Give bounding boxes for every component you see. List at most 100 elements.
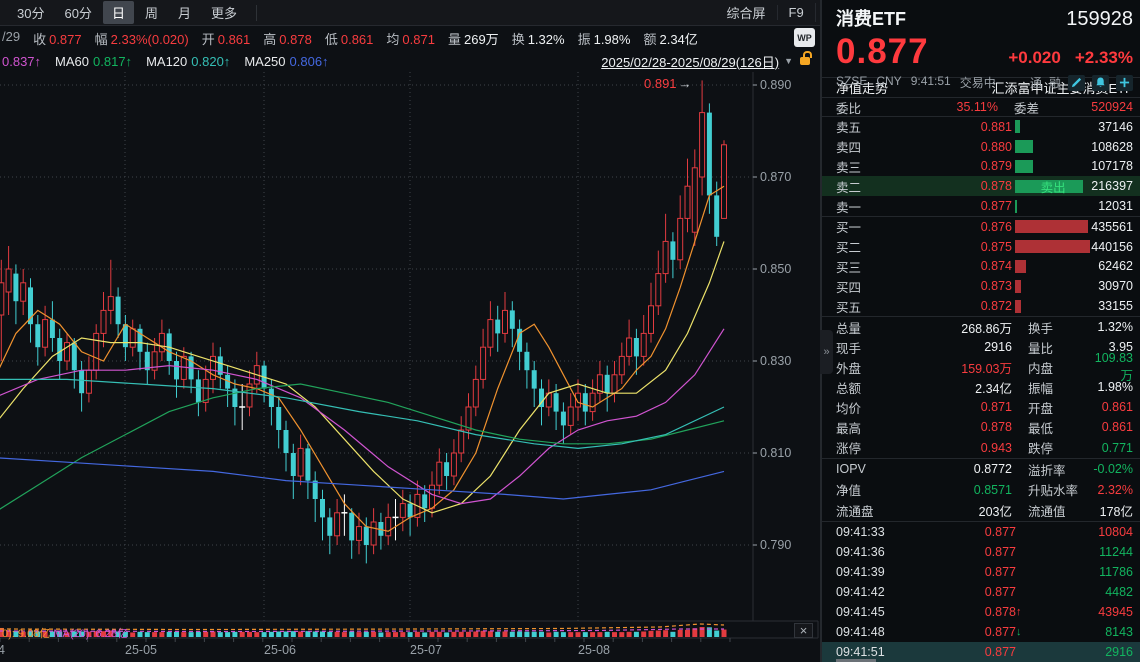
- quote-time: 9:41:51: [911, 74, 951, 91]
- quote-field-label: 均: [386, 32, 399, 47]
- ma-value: 0.820↑: [191, 54, 230, 69]
- panel-collapse-handle[interactable]: »: [820, 330, 833, 374]
- stat-value: 159.03万: [894, 358, 1012, 377]
- ask-row-卖二[interactable]: 卖二0.878卖出216397: [822, 176, 1140, 196]
- stat-label: 溢折率: [1012, 460, 1090, 479]
- exchange-label: SZSE: [836, 74, 867, 91]
- svg-text:0.790: 0.790: [760, 538, 791, 552]
- ask-row-卖三[interactable]: 卖三0.879107178: [822, 157, 1140, 177]
- bid-row-买五[interactable]: 买五0.87233155: [822, 296, 1140, 316]
- svg-text:0.810: 0.810: [760, 446, 791, 460]
- bid-row-买四[interactable]: 买四0.87330970: [822, 276, 1140, 296]
- ma-name: MA250: [244, 54, 285, 69]
- svg-text:0.850: 0.850: [760, 262, 791, 276]
- order-volume-zone: 12031: [1015, 196, 1133, 216]
- order-volume: 216397: [1091, 179, 1133, 193]
- tick-time: 09:41:39: [836, 565, 906, 579]
- candlestick-chart-area[interactable]: 0.8900.8700.8500.8300.8100.79025-0425-05…: [0, 72, 820, 662]
- tick-time: 09:41:42: [836, 585, 906, 599]
- tab-period-月[interactable]: 月: [169, 1, 200, 24]
- bid-row-买三[interactable]: 买三0.87462462: [822, 257, 1140, 277]
- stat-row: 总额2.34亿振幅1.98%: [822, 377, 1140, 397]
- peak-price-label: 0.891: [644, 76, 677, 91]
- candlestick-chart[interactable]: 0.8900.8700.8500.8300.8100.79025-0425-05…: [0, 72, 820, 662]
- tick-price: 0.877: [906, 545, 1016, 559]
- tick-time: 09:41:51: [836, 645, 906, 659]
- order-imbalance-row: 委比 35.11% 委差 520924: [822, 98, 1140, 117]
- ask-row-卖一[interactable]: 卖一0.87712031: [822, 196, 1140, 216]
- stat-label: 总量: [836, 318, 894, 337]
- order-level-label: 卖五: [836, 117, 880, 136]
- tick-row[interactable]: 09:41:390.87711786: [822, 562, 1140, 582]
- stat-label: 最高: [836, 418, 894, 437]
- stat-value: 0.8772: [894, 462, 1012, 476]
- ma-values: 0.837↑MA600.817↑MA1200.820↑MA2500.806↑: [2, 54, 329, 69]
- tick-row[interactable]: 09:41:480.877↓8143: [822, 622, 1140, 642]
- menu-item-F9[interactable]: F9: [777, 5, 815, 20]
- ma-value: 0.837↑: [2, 54, 41, 69]
- ask-row-卖五[interactable]: 卖五0.88137146: [822, 117, 1140, 137]
- tick-volume: 43945: [1030, 605, 1133, 619]
- order-volume: 37146: [1098, 120, 1133, 134]
- quote-field-label: 高: [263, 32, 276, 47]
- order-volume-zone: 30970: [1015, 276, 1133, 296]
- quote-field: 均0.871: [386, 29, 435, 48]
- wp-tool-icon[interactable]: WP: [794, 28, 815, 47]
- stat-row: 外盘159.03万内盘109.83万: [822, 357, 1140, 377]
- tag-融: 融: [1049, 74, 1061, 91]
- order-price: 0.880: [880, 140, 1012, 154]
- order-volume-zone: 107178: [1015, 157, 1133, 177]
- tab-period-30分[interactable]: 30分: [8, 1, 53, 24]
- stat-label: 涨停: [836, 438, 894, 457]
- tick-row[interactable]: 09:41:330.87710804: [822, 522, 1140, 542]
- unlock-icon[interactable]: [800, 57, 810, 65]
- caret-down-icon: ▼: [784, 56, 793, 66]
- order-price: 0.874: [880, 259, 1012, 273]
- peak-price-annotation: 0.891 →: [644, 76, 692, 91]
- tab-period-更多[interactable]: 更多: [202, 1, 246, 24]
- close-volume-pane-icon[interactable]: ×: [794, 623, 813, 638]
- tick-row[interactable]: 09:41:420.8774482: [822, 582, 1140, 602]
- quote-field: 高0.878: [263, 29, 312, 48]
- stat-label: 外盘: [836, 358, 894, 377]
- ma-name: MA60: [55, 54, 89, 69]
- period-tabs: 30分60分日周月更多: [8, 1, 248, 24]
- ma-item: MA1200.820↑: [146, 54, 230, 69]
- date-range-selector[interactable]: 2025/02/28-2025/08/29(126日) ▼: [601, 52, 810, 71]
- quote-field: 低0.861: [325, 29, 374, 48]
- order-volume-zone: 33155: [1015, 296, 1133, 316]
- quote-field-value: /29: [2, 29, 20, 44]
- order-volume: 108628: [1091, 140, 1133, 154]
- order-volume-zone: 37146: [1015, 117, 1133, 137]
- security-code: 159928: [1066, 8, 1133, 31]
- order-level-label: 卖二: [836, 177, 880, 196]
- tick-row[interactable]: 09:41:450.878↑43945: [822, 602, 1140, 622]
- stat-value: 0.861: [1090, 420, 1133, 434]
- stat-row: 总量268.86万换手1.32%: [822, 317, 1140, 337]
- tab-period-周[interactable]: 周: [136, 1, 167, 24]
- tab-period-日[interactable]: 日: [103, 1, 134, 24]
- order-volume-bar: [1015, 160, 1033, 173]
- tick-row[interactable]: 09:41:360.87711244: [822, 542, 1140, 562]
- tick-price: 0.877: [906, 645, 1016, 659]
- stat-label: 净值: [836, 480, 894, 499]
- svg-text:25-06: 25-06: [264, 643, 296, 657]
- bid-row-买一[interactable]: 买一0.876435561: [822, 217, 1140, 237]
- weicha-value: 520924: [1056, 100, 1133, 114]
- quote-field-label: 振: [578, 32, 591, 47]
- weicha-label: 委差: [998, 98, 1056, 117]
- edit-pencil-icon[interactable]: [1068, 75, 1085, 91]
- ask-row-卖四[interactable]: 卖四0.880108628: [822, 137, 1140, 157]
- stat-value: 2.32%: [1090, 483, 1133, 497]
- stat-label: 振幅: [1012, 378, 1090, 397]
- tab-period-60分[interactable]: 60分: [55, 1, 100, 24]
- quote-field-value: 2.33%(0.020): [111, 32, 189, 47]
- stat-value: 2.34亿: [894, 378, 1012, 397]
- bid-row-买二[interactable]: 买二0.875440156: [822, 237, 1140, 257]
- quote-field: 开0.861: [202, 29, 251, 48]
- alert-bell-icon[interactable]: [1092, 75, 1109, 91]
- stat-value: -0.02%: [1090, 462, 1133, 476]
- menu-item-综合屏[interactable]: 综合屏: [716, 3, 777, 22]
- add-plus-icon[interactable]: [1116, 75, 1133, 91]
- quote-field-label: 低: [325, 32, 338, 47]
